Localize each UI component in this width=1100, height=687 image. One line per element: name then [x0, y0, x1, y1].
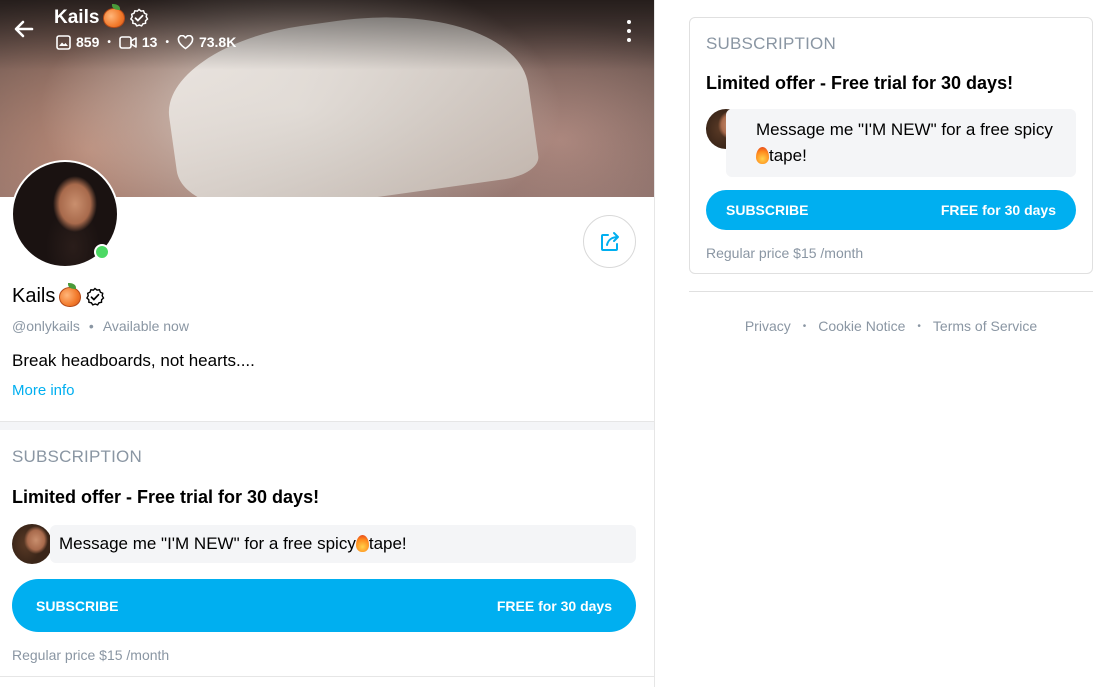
subscribe-price: FREE for 30 days: [940, 202, 1056, 218]
handle-line: @onlykails • Available now: [12, 318, 189, 334]
likes-count: 73.8K: [198, 34, 237, 50]
promo-message-bubble: Message me "I'M NEW" for a free spicy tap…: [726, 109, 1076, 177]
subscription-title: SUBSCRIPTION: [706, 34, 836, 53]
video-icon: [119, 35, 137, 49]
more-info-link[interactable]: More info: [12, 382, 75, 399]
terms-of-service-link[interactable]: Terms of Service: [933, 318, 1037, 334]
heart-icon: [177, 34, 194, 49]
cover-image: Kails 859 • 13 • 73.8K: [0, 0, 654, 197]
profile-name: Kails: [12, 285, 56, 307]
promo-message: Message me "I'M NEW" for a free spicy tap…: [12, 524, 636, 564]
promo-message: Message me "I'M NEW" for a free spicy tap…: [706, 109, 1076, 177]
back-button[interactable]: [10, 15, 38, 43]
avatar: [12, 524, 52, 564]
header-stats: 859 • 13 • 73.8K: [56, 34, 236, 50]
videos-count: 13: [141, 34, 158, 50]
offer-text: Limited offer - Free trial for 30 days!: [12, 487, 320, 507]
promo-message-bubble: Message me "I'M NEW" for a free spicy tap…: [50, 525, 636, 563]
back-arrow-icon: [14, 20, 34, 38]
availability-status: Available now: [102, 318, 189, 334]
profile-bio: Break headboards, not hearts....: [12, 351, 255, 370]
fire-emoji-icon: [756, 147, 769, 164]
subscribe-label: SUBSCRIBE: [36, 597, 119, 614]
privacy-link[interactable]: Privacy: [745, 318, 791, 334]
profile-column: Kails 859 • 13 • 73.8K Kails @onlykails …: [0, 0, 655, 687]
photos-count: 859: [76, 34, 100, 50]
kebab-menu-icon[interactable]: [624, 18, 634, 44]
verified-icon: [86, 287, 105, 306]
sidebar-column: SUBSCRIPTION Limited offer - Free trial …: [655, 0, 1100, 687]
fire-emoji-icon: [355, 535, 369, 552]
subscribe-label: SUBSCRIBE: [726, 202, 809, 218]
online-indicator: [94, 244, 110, 260]
subscribe-button[interactable]: SUBSCRIBE FREE for 30 days: [706, 190, 1076, 230]
header-title: Kails: [54, 4, 149, 29]
cookie-notice-link[interactable]: Cookie Notice: [818, 318, 905, 334]
share-button[interactable]: [583, 215, 636, 268]
photo-icon: [56, 34, 71, 50]
peach-emoji-icon: [59, 282, 82, 307]
subscribe-price: FREE for 30 days: [496, 597, 612, 614]
section-divider: [0, 421, 654, 430]
regular-price: Regular price $15 /month: [706, 245, 864, 261]
peach-emoji-icon: [103, 4, 126, 28]
verified-icon: [130, 8, 149, 27]
profile-handle: @onlykails: [12, 318, 80, 334]
subscribe-button[interactable]: SUBSCRIBE FREE for 30 days: [12, 579, 636, 632]
header-name: Kails: [54, 7, 100, 28]
regular-price: Regular price $15 /month: [12, 647, 170, 663]
subscription-card: SUBSCRIPTION Limited offer - Free trial …: [689, 17, 1093, 274]
footer-links: Privacy • Cookie Notice • Terms of Servi…: [744, 318, 1038, 334]
share-icon: [600, 231, 619, 251]
subscription-title: SUBSCRIPTION: [12, 447, 142, 466]
profile-name-row: Kails: [12, 282, 105, 308]
offer-text: Limited offer - Free trial for 30 days!: [706, 73, 1014, 93]
